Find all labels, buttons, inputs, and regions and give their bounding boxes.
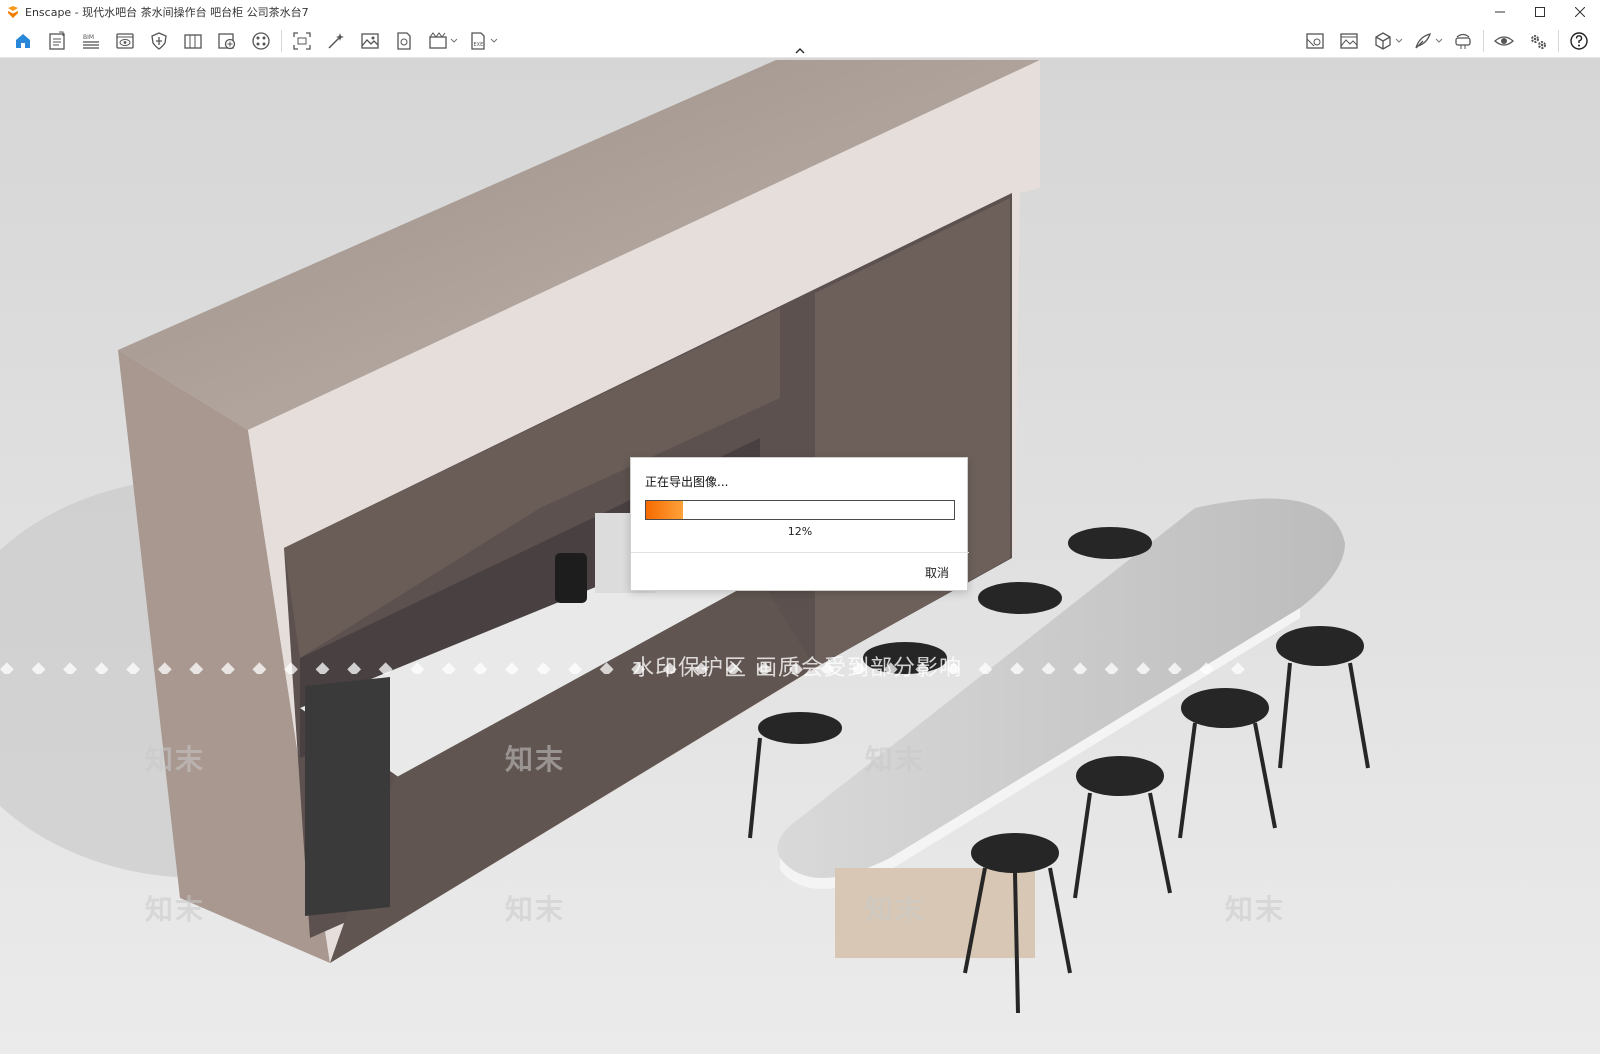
dialog-title: 正在导出图像... [645,475,729,489]
vr-headset-icon [1455,33,1471,49]
magic-wand-icon [328,33,344,49]
gallery-button[interactable] [1332,26,1366,56]
collapse-toolbar-icon[interactable] [793,46,807,56]
close-icon [1575,7,1585,17]
watermark-logo: 知末 [1225,893,1286,926]
watermark-logo: 知末 [865,893,926,926]
eye-icon [1494,36,1514,46]
settings-icon [1531,35,1546,49]
document-button[interactable] [40,26,74,56]
view-button[interactable] [108,26,142,56]
watermark-logo: 知末 [145,743,206,776]
watermark-logo: 知末 [865,743,926,776]
image-button[interactable] [353,26,387,56]
fridge [305,677,390,916]
bim-icon: BIM [83,34,99,49]
chevron-down-icon [490,38,498,43]
watermark-logo: 知末 [145,893,206,926]
palette-icon [252,32,270,50]
settings-button[interactable] [1521,26,1555,56]
library-button[interactable] [176,26,210,56]
toolbar-separator [1483,30,1484,52]
minimize-button[interactable] [1480,0,1520,24]
shield-button[interactable] [142,26,176,56]
close-button[interactable] [1560,0,1600,24]
toolbar-right-group [1298,24,1596,58]
palette-button[interactable] [244,26,278,56]
home-button[interactable] [6,26,40,56]
chevron-down-icon [450,38,458,43]
bim-button[interactable]: BIM [74,26,108,56]
eye-button[interactable] [1487,26,1521,56]
export-dropdown[interactable] [489,26,499,56]
bim-label: BIM [83,34,94,41]
window-title: Enscape - 现代水吧台 茶水间操作台 吧台柜 公司茶水台7 [25,6,309,19]
help-icon [1570,32,1588,50]
feather-icon [1415,33,1432,49]
cube-dropdown[interactable] [1394,26,1404,56]
title-bar: Enscape - 现代水吧台 茶水间操作台 吧台柜 公司茶水台7 [0,0,1600,24]
exe-label: EXE [474,42,484,48]
minimize-icon [1495,11,1505,13]
map-icon [1306,33,1324,49]
gallery-icon [1340,33,1358,49]
batch-icon [429,32,447,49]
kettle [555,553,587,603]
progress-fill [646,501,683,519]
image-icon [361,33,379,49]
cancel-button[interactable]: 取消 [925,564,949,581]
screenshot-icon [293,32,311,50]
asset-icon [218,33,236,50]
vr-headset-button[interactable] [1446,26,1480,56]
chevron-down-icon [1435,38,1443,43]
cube-icon [1375,32,1391,50]
dialog-divider [631,552,969,553]
asset-button[interactable] [210,26,244,56]
toolbar-left-group: BIM EXE [6,24,501,58]
chevron-down-icon [1395,38,1403,43]
home-icon [16,34,30,48]
batch-dropdown[interactable] [449,26,459,56]
progress-bar [645,500,955,520]
render-button[interactable] [387,26,421,56]
watermark-logo: 知末 [505,893,566,926]
window-controls [1480,0,1600,24]
help-button[interactable] [1562,26,1596,56]
feather-dropdown[interactable] [1434,26,1444,56]
maximize-icon [1535,7,1545,17]
export-icon: EXE [471,32,485,50]
watermark-text: 水印保护区 画质会受到部分影响 [632,656,962,681]
progress-percent: 12% [787,525,813,538]
screenshot-button[interactable] [285,26,319,56]
map-button[interactable] [1298,26,1332,56]
magic-wand-button[interactable] [319,26,353,56]
export-progress-dialog: 正在导出图像... 12% 取消 [630,457,969,591]
toolbar-separator [1558,30,1559,52]
document-icon [49,31,65,50]
shield-icon [151,32,167,50]
library-icon [184,34,202,49]
render-icon [397,32,411,50]
watermark-logo: 知末 [505,743,566,776]
enscape-logo-icon [8,6,18,18]
view-icon [116,33,134,49]
toolbar-separator [281,30,282,52]
maximize-button[interactable] [1520,0,1560,24]
